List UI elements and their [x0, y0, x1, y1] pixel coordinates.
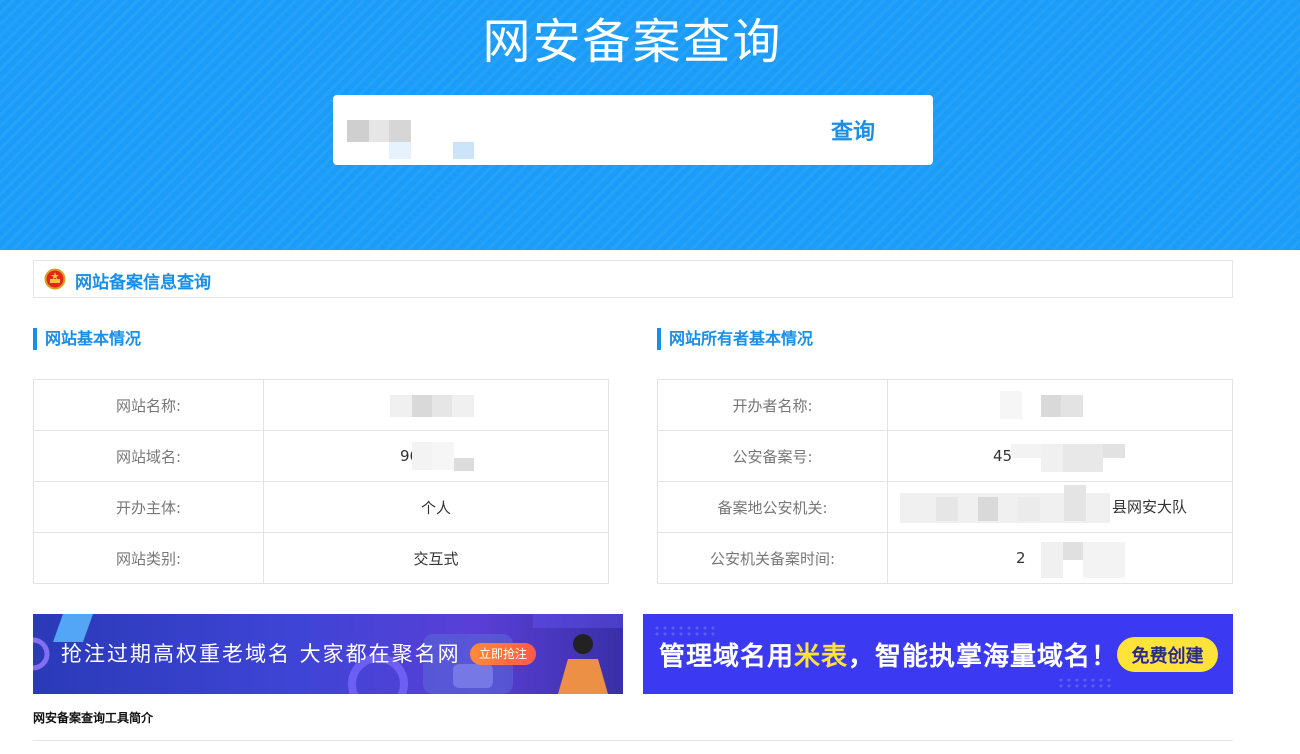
banner-right-text: 管理域名用米表，智能执掌海量域名！ [659, 642, 1119, 672]
owner-basic-heading: 网站所有者基本情况 [657, 328, 813, 350]
tool-intro-title: 网安备案查询工具简介 [33, 711, 154, 725]
redacted-text [1041, 541, 1063, 578]
table-row: 备案地公安机关: 县网安大队 [657, 481, 1233, 533]
site-name-value [263, 379, 609, 431]
site-basic-table: 网站名称: 网站域名: 96 开办主体: 个人 网站类别: 交互式 [33, 379, 609, 584]
redacted-text [1011, 443, 1041, 458]
filing-time-label: 公安机关备案时间: [657, 532, 888, 584]
redacted-text [390, 394, 412, 417]
site-basic-heading: 网站基本情况 [33, 328, 141, 350]
redacted-text [412, 441, 432, 470]
site-name-label: 网站名称: [33, 379, 264, 431]
host-entity-label: 开办主体: [33, 481, 264, 533]
section-header: 网站备案信息查询 [33, 260, 1233, 298]
divider [33, 740, 1233, 741]
table-row: 公安机关备案时间: 2 [657, 532, 1233, 584]
search-button[interactable]: 查询 [773, 95, 933, 165]
page-title: 网安备案查询 [482, 14, 783, 70]
create-free-button[interactable]: 免费创建 [1117, 637, 1218, 672]
ad-banner-domain-management[interactable]: 管理域名用米表，智能执掌海量域名！ 免费创建 [643, 614, 1233, 694]
site-category-label: 网站类别: [33, 532, 264, 584]
table-row: 网站域名: 96 [33, 430, 609, 482]
redacted-text [1000, 390, 1022, 419]
table-row: 网站类别: 交互式 [33, 532, 609, 584]
highlight-text: 米表 [794, 642, 849, 672]
owner-basic-table: 开办者名称: 公安备案号: 45 备案地公安机关: 县网安大队 公安机关备案时间… [657, 379, 1233, 584]
filing-time-value: 2 [887, 532, 1233, 584]
backorder-now-button[interactable]: 立即抢注 [470, 643, 536, 665]
site-category-value: 交互式 [263, 532, 609, 584]
host-entity-value: 个人 [263, 481, 609, 533]
owner-name-label: 开办者名称: [657, 379, 888, 431]
table-row: 开办者名称: [657, 379, 1233, 431]
police-record-no-label: 公安备案号: [657, 430, 888, 482]
table-row: 开办主体: 个人 [33, 481, 609, 533]
owner-name-value [887, 379, 1233, 431]
table-row: 网站名称: [33, 379, 609, 431]
ad-banner-domain-backorder[interactable]: 抢注过期高权重老域名 大家都在聚名网 立即抢注 [33, 614, 623, 694]
search-box: 查询 [333, 95, 933, 165]
filing-police-label: 备案地公安机关: [657, 481, 888, 533]
table-row: 公安备案号: 45 [657, 430, 1233, 482]
police-record-no-value: 45 [887, 430, 1233, 482]
hero-banner: 网安备案查询 查询 [0, 0, 1300, 250]
site-domain-label: 网站域名: [33, 430, 264, 482]
search-input[interactable] [345, 105, 815, 155]
banner-left-text: 抢注过期高权重老域名 大家都在聚名网 [61, 642, 461, 666]
police-emblem-icon [44, 268, 66, 290]
site-domain-value: 96 [263, 430, 609, 482]
filing-police-value: 县网安大队 [887, 481, 1233, 533]
redacted-input-text [347, 120, 369, 142]
section-title: 网站备案信息查询 [75, 273, 211, 293]
